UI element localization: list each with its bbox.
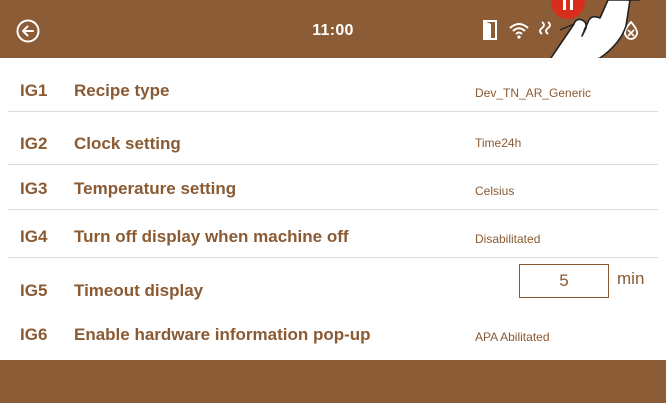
top-status-bar: 11:00 (0, 0, 666, 58)
setting-label: Clock setting (74, 134, 181, 153)
no-water-icon (623, 20, 639, 40)
setting-row-ig2[interactable]: IG2 Clock setting Time24h (8, 122, 658, 165)
setting-row-ig3[interactable]: IG3 Temperature setting Celsius (8, 167, 658, 210)
setting-value: Celsius (475, 184, 515, 198)
setting-label: Temperature setting (74, 179, 237, 198)
setting-value: Dev_TN_AR_Generic (475, 86, 592, 100)
setting-id: IG3 (20, 179, 48, 198)
setting-value: Disabilitated (475, 232, 541, 246)
setting-row-ig1[interactable]: IG1 Recipe type Dev_TN_AR_Generic (8, 69, 658, 112)
row-divider (8, 111, 658, 112)
setting-label: Timeout display (74, 281, 204, 300)
settings-list: IG1 Recipe type Dev_TN_AR_Generic IG2 Cl… (0, 58, 666, 360)
wifi-icon (509, 23, 529, 39)
setting-row-ig5[interactable]: IG5 Timeout display 5 min (8, 259, 658, 302)
setting-value: Time24h (475, 136, 522, 150)
setting-id: IG6 (20, 325, 48, 344)
setting-id: IG5 (20, 281, 48, 300)
bottom-bar (0, 360, 666, 403)
timeout-input[interactable]: 5 (519, 264, 609, 298)
document-icon (483, 20, 497, 40)
setting-value: APA Abilitated (475, 330, 550, 344)
setting-row-ig4[interactable]: IG4 Turn off display when machine off Di… (8, 215, 658, 258)
row-divider (8, 209, 658, 210)
setting-label: Recipe type (74, 81, 170, 100)
setting-id: IG4 (20, 227, 48, 246)
leaf-icon (607, 22, 619, 40)
setting-row-ig6[interactable]: IG6 Enable hardware information pop-up A… (8, 313, 658, 356)
timeout-unit: min (617, 269, 645, 288)
setting-id: IG2 (20, 134, 48, 153)
row-divider (8, 164, 658, 165)
steam-icon (539, 21, 551, 35)
setting-label: Turn off display when machine off (74, 227, 349, 246)
setting-id: IG1 (20, 81, 48, 100)
setting-label: Enable hardware information pop-up (74, 325, 371, 344)
clock-display: 11:00 (312, 22, 354, 39)
row-divider (8, 257, 658, 258)
